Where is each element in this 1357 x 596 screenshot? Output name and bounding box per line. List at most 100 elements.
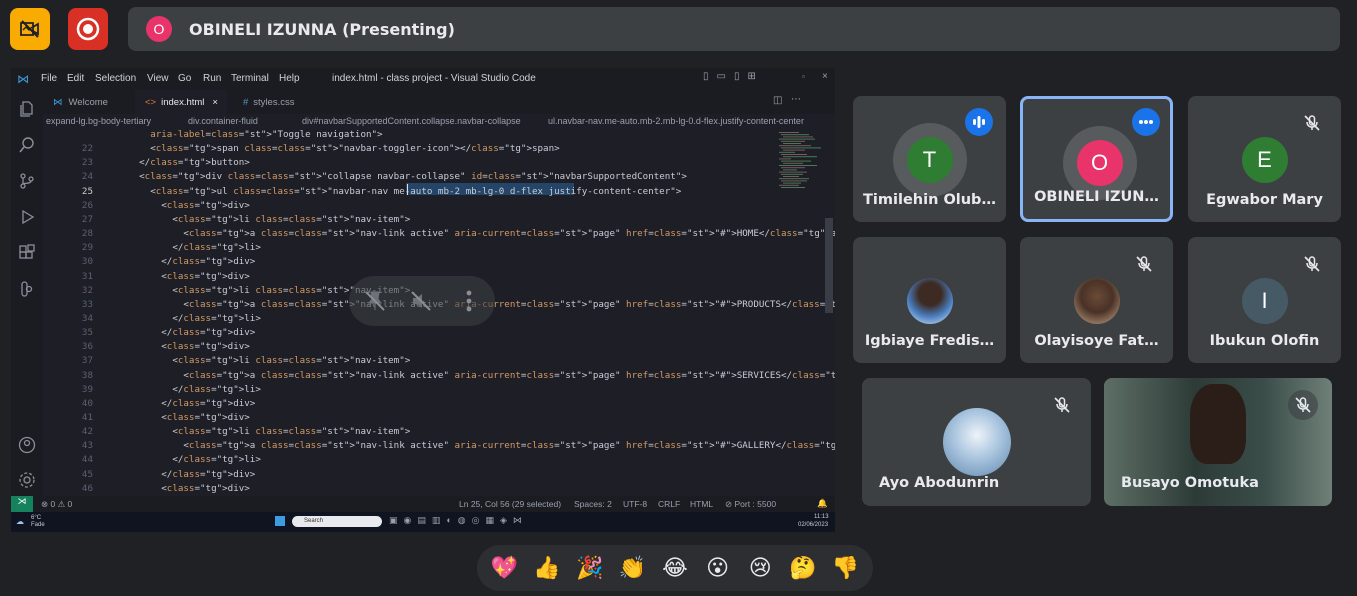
participant-tile[interactable]: Igbiaye Fredis… (853, 237, 1006, 363)
mic-off-icon (1288, 390, 1318, 420)
editor-scrollbar[interactable] (825, 218, 833, 313)
pin-off-icon[interactable] (363, 289, 387, 313)
start-icon[interactable] (275, 516, 285, 526)
camera-off-icon (20, 20, 39, 38)
activity-bar (11, 90, 43, 496)
reaction-crying-button[interactable]: 😢 (740, 548, 780, 588)
code-line: <class="tg">span class=class="st">"navba… (117, 143, 560, 155)
line-ending[interactable]: CRLF (658, 499, 680, 509)
indentation[interactable]: Spaces: 2 (574, 499, 612, 509)
minimap-line (783, 149, 805, 151)
run-debug-icon[interactable] (18, 208, 36, 226)
language-mode[interactable]: HTML (690, 499, 713, 509)
tab-label: Welcome (68, 96, 108, 108)
participant-tile[interactable]: T Timilehin Olub… (853, 96, 1006, 222)
reaction-sparkling-heart-button[interactable]: 💖 (484, 548, 524, 588)
reaction-thumbs-down-button[interactable]: 👎 (826, 548, 866, 588)
split-editor-icon[interactable]: ◫ (773, 95, 782, 106)
code-line: <class="tg">div> (117, 199, 250, 211)
reaction-tears-of-joy-button[interactable]: 😂 (655, 548, 695, 588)
tab-welcome[interactable]: ⋈ Welcome (43, 90, 133, 114)
taskbar-app-icons[interactable]: ▣◉▤▥◐◍◎▦◈⋈ (389, 515, 528, 526)
account-icon[interactable] (18, 436, 36, 454)
code-line: <class="tg">li class=class="st">"nav-ite… (117, 426, 411, 438)
cursor-position[interactable]: Ln 25, Col 56 (29 selected) (459, 499, 561, 509)
search-icon[interactable] (18, 136, 36, 154)
encoding[interactable]: UTF-8 (623, 499, 647, 509)
minimap[interactable] (777, 132, 823, 192)
minimap-line (783, 182, 801, 184)
windows-taskbar: ☁ 6°C Fade Search ▣◉▤▥◐◍◎▦◈⋈ 11:13 02/06… (11, 512, 835, 532)
window-title: index.html - class project - Visual Stud… (332, 73, 536, 84)
mute-off-icon[interactable] (409, 289, 433, 313)
avatar (906, 278, 953, 324)
line-number: 41 (81, 412, 93, 423)
minimize-icon[interactable]: ▫ (802, 72, 805, 81)
avatar: T (906, 137, 953, 183)
reaction-party-popper-button[interactable]: 🎉 (570, 548, 610, 588)
participant-name: Olayisoye Fat… (1034, 333, 1159, 349)
reaction-clapping-hands-button[interactable]: 👏 (612, 548, 652, 588)
problems-count[interactable]: ⊗ 0 ⚠ 0 (41, 499, 72, 510)
participant-tile[interactable]: Ayo Abodunrin (862, 378, 1091, 506)
menu-go[interactable]: Go (178, 73, 191, 84)
live-server-port[interactable]: ⊘ Port : 5500 (725, 499, 776, 510)
close-window-icon[interactable]: × (822, 71, 828, 82)
notifications-icon[interactable]: 🔔 (817, 498, 828, 509)
line-number: 27 (81, 213, 93, 225)
line-number: 40 (81, 397, 93, 409)
code-line: <class="tg">a class=class="st">"nav-link… (117, 440, 835, 452)
mic-off-icon (1297, 108, 1327, 138)
participant-tile[interactable]: O OBINELI IZUN… (1020, 96, 1173, 222)
tab-index-html[interactable]: <> index.html × (135, 90, 227, 114)
settings-gear-icon[interactable] (18, 471, 36, 489)
participant-name: Ibukun Olofin (1209, 333, 1320, 349)
line-number: 39 (81, 383, 93, 395)
source-control-icon[interactable] (18, 172, 36, 190)
figma-icon[interactable] (18, 280, 36, 298)
participant-tile[interactable]: Olayisoye Fat… (1020, 237, 1173, 363)
code-line: </class="tg">li> (117, 312, 261, 324)
layout-icons[interactable]: ▯▭▯⊞ (703, 71, 764, 82)
reaction-thumbs-up-button[interactable]: 👍 (527, 548, 567, 588)
menu-run[interactable]: Run (203, 73, 221, 84)
breadcrumb-item[interactable]: div#navbarSupportedContent.collapse.navb… (302, 116, 521, 126)
taskbar-search[interactable]: Search (292, 516, 382, 527)
code-line: </class="tg">div> (117, 327, 256, 339)
code-line: </class="tg">div> (117, 256, 256, 268)
menu-view[interactable]: View (147, 73, 169, 84)
code-line: <class="tg">div> (117, 412, 250, 423)
presenter-bar: O OBINELI IZUNNA (Presenting) (128, 7, 1340, 51)
remote-indicator[interactable]: ⋊ (11, 496, 33, 512)
reaction-thinking-button[interactable]: 🤔 (783, 548, 823, 588)
participant-tile[interactable]: Busayo Omotuka (1104, 378, 1332, 506)
close-tab-icon[interactable]: × (212, 97, 218, 108)
tab-styles-css[interactable]: # styles.css (233, 90, 313, 114)
menu-edit[interactable]: Edit (67, 73, 84, 84)
menu-selection[interactable]: Selection (95, 73, 136, 84)
menu-file[interactable]: File (41, 73, 57, 84)
menu-terminal[interactable]: Terminal (231, 73, 269, 84)
clock-time: 11:13 (814, 514, 829, 520)
line-number: 42 (81, 426, 93, 438)
vscode-title-bar: ⋈ File Edit Selection View Go Run Termin… (11, 68, 835, 90)
code-line: <class="tg">li class=class="st">"nav-ite… (117, 213, 411, 225)
minimap-line (781, 154, 807, 155)
reaction-surprised-button[interactable]: 😮 (698, 548, 738, 588)
participant-tile[interactable]: E Egwabor Mary (1188, 96, 1341, 222)
breadcrumb-item[interactable]: expand-lg.bg-body-tertiary (46, 116, 151, 126)
participant-name: Ayo Abodunrin (879, 475, 1000, 491)
shared-screen: ⋈ File Edit Selection View Go Run Termin… (11, 68, 835, 532)
camera-off-button[interactable] (10, 8, 50, 50)
more-options-icon[interactable] (1132, 108, 1160, 136)
extensions-icon[interactable] (18, 244, 36, 262)
stop-recording-button[interactable] (68, 8, 108, 50)
more-actions-icon[interactable]: ⋯ (791, 94, 801, 105)
participant-tile[interactable]: I Ibukun Olofin (1188, 237, 1341, 363)
explorer-icon[interactable] (18, 100, 36, 118)
breadcrumb-item[interactable]: ul.navbar-nav.me-auto.mb-2.mb-lg-0.d-fle… (548, 116, 804, 126)
breadcrumb-item[interactable]: div.container-fluid (188, 116, 258, 126)
line-number: 43 (81, 440, 93, 452)
more-options-icon[interactable] (463, 289, 475, 313)
menu-help[interactable]: Help (279, 73, 300, 84)
